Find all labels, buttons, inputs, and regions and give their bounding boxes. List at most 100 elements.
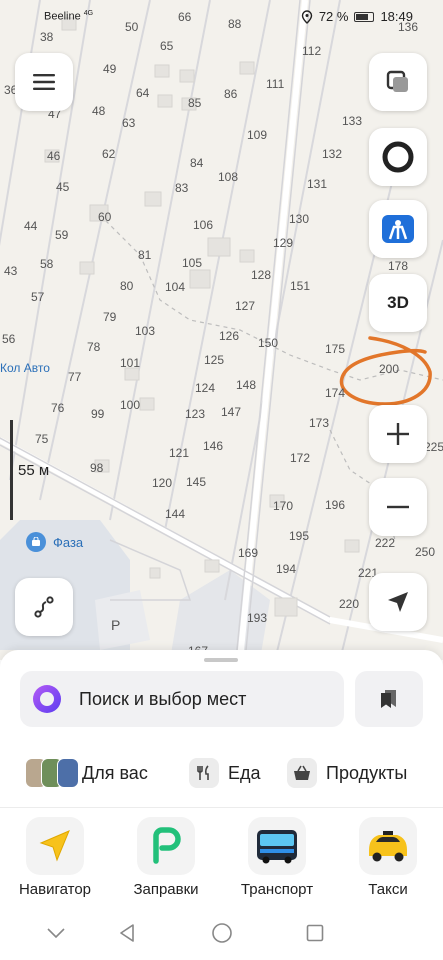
house-number: 86	[224, 87, 238, 101]
app-transport[interactable]: Транспорт	[222, 817, 332, 898]
category-groceries[interactable]: Продукты	[287, 758, 407, 788]
house-number: 178	[388, 259, 409, 273]
app-label: Транспорт	[240, 881, 314, 898]
poi-label-faza: Фаза	[53, 534, 84, 550]
app-taxi[interactable]: Такси	[333, 817, 443, 898]
status-bar: Beeline 4G 72 % 18:49	[0, 0, 443, 32]
poi-faza[interactable]: Фаза	[26, 532, 83, 552]
category-food[interactable]: Еда	[189, 758, 261, 788]
house-number: 174	[325, 386, 346, 400]
battery-icon	[354, 11, 375, 22]
house-number: 57	[31, 290, 45, 304]
house-number: 172	[290, 451, 311, 465]
house-number: 75	[35, 432, 49, 446]
photos-icon	[25, 758, 79, 788]
house-number: 85	[188, 96, 202, 110]
house-number: 145	[186, 475, 207, 489]
house-number: 65	[160, 39, 174, 53]
house-number: 60	[98, 210, 112, 224]
house-number: 38	[40, 30, 54, 44]
house-number: 123	[185, 407, 206, 421]
app-fuel[interactable]: Заправки	[111, 817, 221, 898]
house-number: 175	[325, 342, 346, 356]
house-number: 84	[190, 156, 204, 170]
scale-bar	[10, 420, 13, 520]
navigator-icon	[26, 817, 84, 875]
house-number: 129	[273, 236, 294, 250]
house-number: 196	[325, 498, 346, 512]
apps-row: Навигатор Заправки Транспорт Такси	[0, 817, 443, 907]
category-for-you[interactable]: Для вас	[25, 758, 148, 788]
recents-icon[interactable]	[303, 921, 327, 945]
house-number: 108	[218, 170, 239, 184]
house-number: 250	[415, 545, 436, 559]
shopping-bag-icon	[26, 532, 46, 552]
scale-label: 55 м	[18, 462, 50, 479]
house-number: 124	[195, 381, 216, 395]
house-number: 78	[87, 340, 101, 354]
house-number: 77	[68, 370, 82, 384]
house-number: 83	[175, 181, 189, 195]
hamburger-icon	[33, 74, 55, 90]
zoom-out-button[interactable]	[369, 478, 427, 536]
house-number: 126	[219, 329, 240, 343]
house-number: 111	[266, 77, 285, 91]
search-placeholder: Поиск и выбор мест	[79, 688, 247, 709]
house-number: 44	[24, 219, 38, 233]
chevron-down-icon[interactable]	[44, 921, 68, 945]
clock: 18:49	[380, 9, 413, 24]
menu-button[interactable]	[15, 53, 73, 111]
house-number: 195	[289, 529, 310, 543]
house-number: 130	[289, 212, 310, 226]
house-number: 43	[4, 264, 18, 278]
house-number: 62	[102, 147, 116, 161]
house-number: 125	[204, 353, 225, 367]
layers-icon	[386, 70, 408, 92]
road-label: Р	[111, 617, 121, 633]
fuel-icon	[137, 817, 195, 875]
search-bar[interactable]: Поиск и выбор мест	[20, 671, 344, 727]
house-number: 147	[221, 405, 242, 419]
bus-icon	[248, 817, 306, 875]
house-number: 48	[92, 104, 106, 118]
house-number: 151	[290, 279, 311, 293]
bookmarks-button[interactable]	[355, 671, 423, 727]
app-label: Навигатор	[18, 881, 92, 898]
house-number: 103	[135, 324, 156, 338]
route-button[interactable]	[15, 578, 73, 636]
house-number: 109	[247, 128, 268, 142]
carrier-label: Beeline 4G	[44, 10, 94, 23]
category-label: Еда	[228, 762, 261, 783]
house-number: 131	[307, 177, 328, 191]
zoom-in-button[interactable]	[369, 405, 427, 463]
layers-button[interactable]	[369, 53, 427, 111]
guide-button[interactable]	[369, 200, 427, 258]
house-number: 146	[203, 439, 224, 453]
poi-label-kol-avto[interactable]: Кол Авто	[0, 361, 50, 375]
sheet-drag-handle[interactable]	[204, 658, 238, 662]
house-number: 222	[375, 536, 396, 550]
basket-icon	[287, 758, 317, 788]
home-icon[interactable]	[210, 921, 234, 945]
app-navigator[interactable]: Навигатор	[0, 817, 110, 898]
battery-fill	[356, 13, 368, 20]
divider	[0, 807, 443, 808]
house-number: 64	[136, 86, 150, 100]
house-number: 79	[103, 310, 117, 324]
category-label: Для вас	[82, 762, 148, 783]
house-number: 49	[103, 62, 117, 76]
house-number: 98	[90, 461, 104, 475]
alice-button[interactable]	[369, 128, 427, 186]
house-number: 80	[120, 279, 134, 293]
my-location-button[interactable]	[369, 573, 427, 631]
house-number: 144	[165, 507, 186, 521]
house-number: 104	[165, 280, 186, 294]
house-number: 150	[258, 336, 279, 350]
map-building-zone	[95, 590, 150, 650]
house-number: 194	[276, 562, 297, 576]
navigation-arrow-icon	[388, 592, 408, 612]
3d-button[interactable]: 3D	[369, 274, 427, 332]
location-pin-icon	[301, 9, 313, 24]
back-icon[interactable]	[115, 921, 139, 945]
house-number: 100	[120, 398, 141, 412]
